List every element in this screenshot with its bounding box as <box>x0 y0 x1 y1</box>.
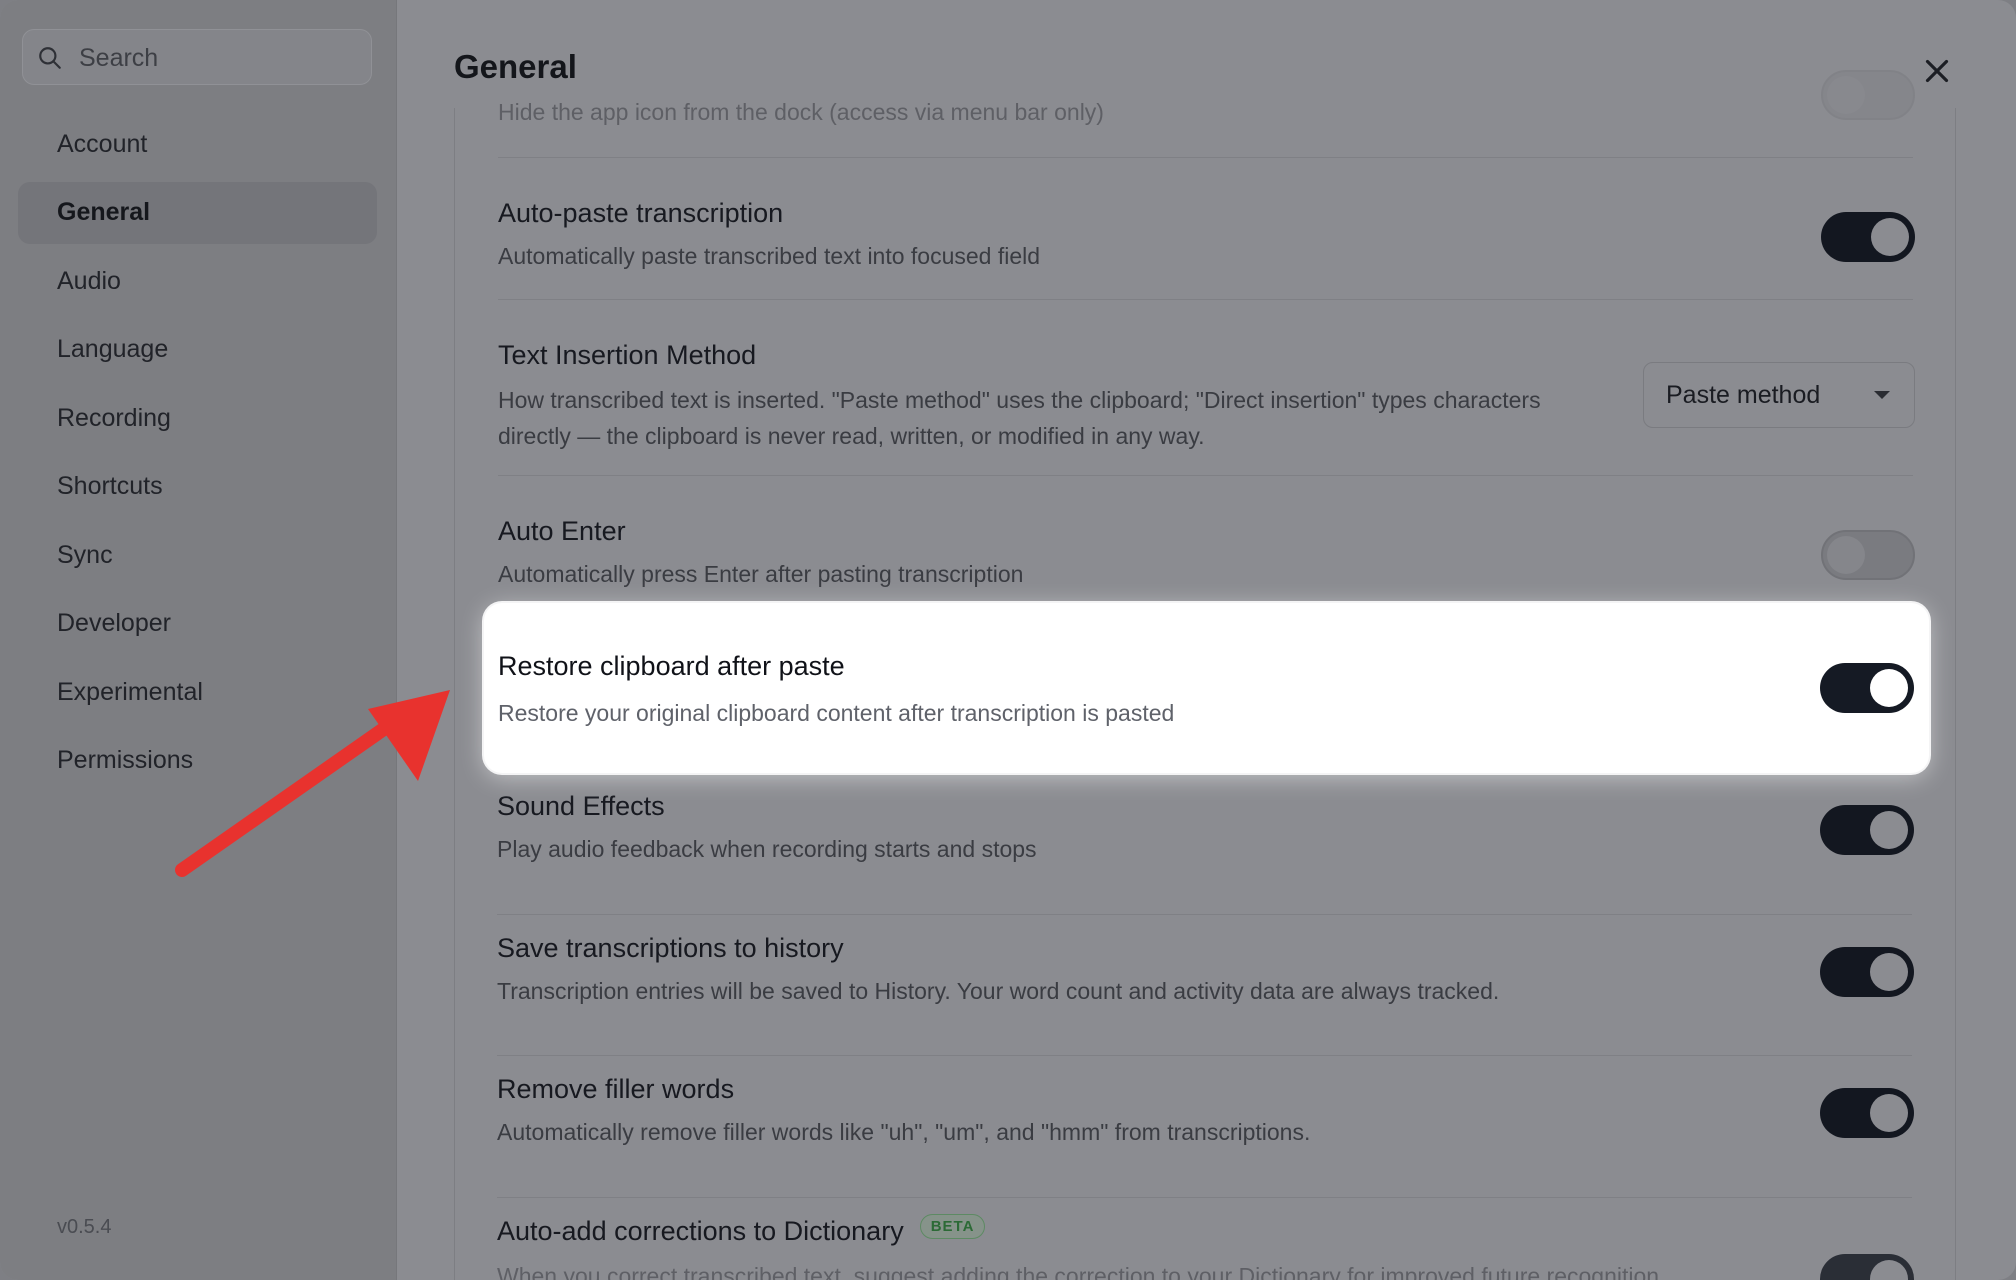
setting-title: Text Insertion Method <box>498 340 757 370</box>
setting-title: Auto-paste transcription <box>498 198 784 228</box>
toggle-knob <box>1871 218 1909 256</box>
setting-row-auto-paste: Auto-paste transcription Automatically p… <box>455 158 1955 300</box>
sidebar-item-developer[interactable]: Developer <box>18 593 377 655</box>
setting-title: Save transcriptions to history <box>497 933 844 963</box>
setting-row-auto-add-corrections: Auto-add corrections to Dictionary BETA W… <box>454 1198 1954 1280</box>
sidebar-item-general[interactable]: General <box>18 181 377 244</box>
toggle-knob <box>1870 1260 1908 1280</box>
toggle-knob <box>1870 1094 1908 1132</box>
app-version: v0.5.4 <box>57 1216 112 1238</box>
setting-title: Restore clipboard after paste <box>498 651 845 681</box>
toggle-knob <box>1870 811 1908 849</box>
sidebar-item-shortcuts[interactable]: Shortcuts <box>18 456 377 518</box>
beta-badge: BETA <box>919 1214 986 1240</box>
sidebar-item-recording[interactable]: Recording <box>18 387 377 449</box>
select-value: Paste method <box>1666 381 1821 409</box>
annotation-arrow-icon <box>175 690 450 877</box>
setting-row-remove-fillers: Remove filler words Automatically remove… <box>454 1056 1954 1198</box>
setting-row-hide-dock-icon: Hide the app icon from the dock (access … <box>455 70 1955 158</box>
setting-title: Sound Effects <box>497 791 665 821</box>
setting-row-save-history: Save transcriptions to history Transcrip… <box>454 915 1954 1056</box>
sidebar: Account General Audio Language Recording… <box>0 0 397 1280</box>
setting-row-auto-enter: Auto Enter Automatically press Enter aft… <box>455 476 1955 614</box>
highlighted-setting-restore-clipboard: Restore clipboard after paste Restore yo… <box>484 603 1929 773</box>
auto-enter-toggle[interactable] <box>1821 530 1915 580</box>
lower-rows: Sound Effects Play audio feedback when r… <box>454 773 1954 1280</box>
settings-window: Account General Audio Language Recording… <box>0 0 2016 1280</box>
setting-title: Auto-add corrections to Dictionary BETA <box>497 1214 986 1247</box>
sidebar-item-audio[interactable]: Audio <box>18 250 377 312</box>
setting-desc: Play audio feedback when recording start… <box>497 836 1037 862</box>
setting-title: Auto Enter <box>498 516 626 546</box>
chevron-down-icon <box>1874 391 1890 399</box>
setting-row-sound-effects-content: Sound Effects Play audio feedback when r… <box>454 773 1954 915</box>
setting-desc: Automatically press Enter after pasting … <box>498 561 1024 587</box>
setting-desc: Automatically paste transcribed text int… <box>498 243 1041 269</box>
setting-title-text: Auto-add corrections to Dictionary <box>497 1216 904 1246</box>
auto-paste-toggle[interactable] <box>1821 212 1915 262</box>
setting-row-text-insertion: Text Insertion Method How transcribed te… <box>455 300 1955 476</box>
setting-desc: How transcribed text is inserted. "Paste… <box>498 387 1541 449</box>
toggle-knob <box>1827 536 1865 574</box>
toggle-knob <box>1870 953 1908 991</box>
setting-desc: Hide the app icon from the dock (access … <box>498 99 1104 125</box>
save-history-toggle[interactable] <box>1820 947 1914 997</box>
sidebar-item-sync[interactable]: Sync <box>18 524 377 586</box>
hide-dock-icon-toggle[interactable] <box>1821 70 1915 120</box>
toggle-knob <box>1870 669 1908 707</box>
page-title: General <box>454 48 577 85</box>
auto-add-corrections-toggle[interactable] <box>1820 1254 1914 1280</box>
search-box[interactable] <box>22 29 372 86</box>
setting-desc: Restore your original clipboard content … <box>498 700 1175 726</box>
sound-effects-toggle[interactable] <box>1820 805 1914 855</box>
restore-clipboard-toggle[interactable] <box>1820 663 1914 713</box>
close-icon[interactable] <box>1918 52 1956 90</box>
sidebar-item-account[interactable]: Account <box>18 113 377 175</box>
remove-fillers-toggle[interactable] <box>1820 1088 1914 1138</box>
setting-desc: Transcription entries will be saved to H… <box>497 978 1500 1004</box>
setting-title: Remove filler words <box>497 1074 735 1104</box>
sidebar-item-language[interactable]: Language <box>18 319 377 381</box>
setting-desc: Automatically remove filler words like "… <box>497 1119 1311 1145</box>
search-icon <box>39 47 61 69</box>
text-insertion-method-select[interactable]: Paste method <box>1643 362 1915 428</box>
setting-desc: When you correct transcribed text, sugge… <box>497 1263 1666 1280</box>
search-input[interactable] <box>77 30 361 86</box>
